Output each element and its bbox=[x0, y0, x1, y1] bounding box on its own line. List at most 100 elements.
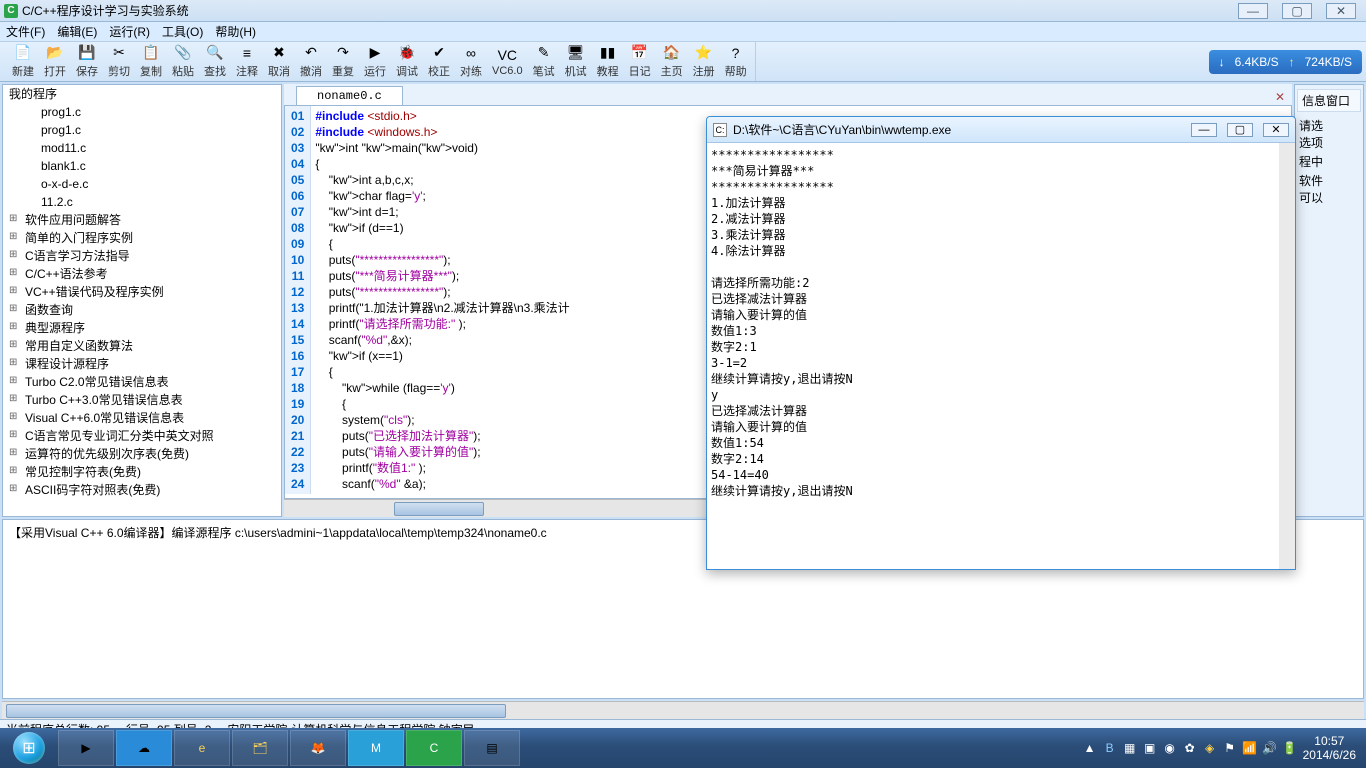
console-output[interactable]: ***************** ***简易计算器*** **********… bbox=[707, 143, 1295, 569]
tab-close-button[interactable]: ✕ bbox=[1272, 89, 1288, 105]
tree-category[interactable]: C/C++语法参考 bbox=[3, 265, 281, 283]
toolbtn-check[interactable]: ✔校正 bbox=[424, 45, 454, 79]
tool-label: 对练 bbox=[460, 63, 482, 79]
tree-file[interactable]: blank1.c bbox=[3, 157, 281, 175]
taskbar: ⊞ ▶ ☁ e 🗂 🦊 M C ▤ ▲ B ▦ ▣ ◉ ✿ ◈ ⚑ 📶 🔊 🔋 … bbox=[0, 728, 1366, 768]
tree-category[interactable]: 函数查询 bbox=[3, 301, 281, 319]
maximize-button[interactable]: ▢ bbox=[1282, 3, 1312, 19]
task-item[interactable]: 🦊 bbox=[290, 730, 346, 766]
menubar: 文件(F) 编辑(E) 运行(R) 工具(O) 帮助(H) bbox=[0, 22, 1366, 42]
task-item[interactable]: ▤ bbox=[464, 730, 520, 766]
console-close-button[interactable]: ✕ bbox=[1263, 123, 1289, 137]
toolbtn-vc6[interactable]: VCVC6.0 bbox=[488, 47, 527, 77]
toolbtn-debug[interactable]: 🐞调试 bbox=[392, 45, 422, 79]
undo-icon: ↶ bbox=[303, 45, 319, 61]
toolbtn-comment[interactable]: ≡注释 bbox=[232, 45, 262, 79]
tool-label: 剪切 bbox=[108, 63, 130, 79]
toolbtn-written[interactable]: ✎笔试 bbox=[529, 45, 559, 79]
menu-help[interactable]: 帮助(H) bbox=[215, 23, 256, 40]
toolbtn-undo[interactable]: ↶撤消 bbox=[296, 45, 326, 79]
tree-category[interactable]: VC++错误代码及程序实例 bbox=[3, 283, 281, 301]
menu-file[interactable]: 文件(F) bbox=[6, 23, 45, 40]
tray-icon[interactable]: ◉ bbox=[1163, 741, 1177, 755]
tree-root[interactable]: 我的程序 bbox=[3, 85, 281, 103]
battery-icon[interactable]: 🔋 bbox=[1283, 741, 1297, 755]
flag-icon[interactable]: ⚑ bbox=[1223, 741, 1237, 755]
console-maximize-button[interactable]: ▢ bbox=[1227, 123, 1253, 137]
tray-icon[interactable]: ✿ bbox=[1183, 741, 1197, 755]
volume-icon[interactable]: 🔊 bbox=[1263, 741, 1277, 755]
task-item[interactable]: ☁ bbox=[116, 730, 172, 766]
tree-category[interactable]: 常见控制字符表(免费) bbox=[3, 463, 281, 481]
comment-icon: ≡ bbox=[239, 45, 255, 61]
bluetooth-icon[interactable]: B bbox=[1103, 741, 1117, 755]
minimize-button[interactable]: — bbox=[1238, 3, 1268, 19]
toolbtn-copy[interactable]: 📋复制 bbox=[136, 45, 166, 79]
tree-category[interactable]: C语言常见专业词汇分类中英文对照 bbox=[3, 427, 281, 445]
close-button[interactable]: ✕ bbox=[1326, 3, 1356, 19]
tree-category[interactable]: C语言学习方法指导 bbox=[3, 247, 281, 265]
toolbtn-machine[interactable]: 🖥机试 bbox=[561, 45, 591, 79]
home-icon: 🏠 bbox=[664, 45, 680, 61]
tree-category[interactable]: 课程设计源程序 bbox=[3, 355, 281, 373]
toolbtn-find[interactable]: 🔍查找 bbox=[200, 45, 230, 79]
toolbtn-cancel[interactable]: ✖取消 bbox=[264, 45, 294, 79]
start-button[interactable]: ⊞ bbox=[2, 730, 56, 766]
tree-category[interactable]: 运算符的优先级别次序表(免费) bbox=[3, 445, 281, 463]
network-icon[interactable]: ▦ bbox=[1123, 741, 1137, 755]
toolbtn-open[interactable]: 📂打开 bbox=[40, 45, 70, 79]
toolbtn-diary[interactable]: 📅日记 bbox=[625, 45, 655, 79]
toolbtn-redo[interactable]: ↷重复 bbox=[328, 45, 358, 79]
task-item[interactable]: C bbox=[406, 730, 462, 766]
system-tray[interactable]: ▲ B ▦ ▣ ◉ ✿ ◈ ⚑ 📶 🔊 🔋 10:57 2014/6/26 bbox=[1083, 734, 1364, 762]
tree-file[interactable]: 11.2.c bbox=[3, 193, 281, 211]
task-item[interactable]: M bbox=[348, 730, 404, 766]
toolbtn-run[interactable]: ▶运行 bbox=[360, 45, 390, 79]
toolbtn-help[interactable]: ?帮助 bbox=[721, 45, 751, 79]
vc6-icon: VC bbox=[499, 47, 515, 63]
toolbtn-register[interactable]: ⭐注册 bbox=[689, 45, 719, 79]
output-hscrollbar[interactable] bbox=[2, 701, 1364, 719]
chevron-up-icon[interactable]: ▲ bbox=[1083, 741, 1097, 755]
menu-run[interactable]: 运行(R) bbox=[109, 23, 150, 40]
tool-label: 机试 bbox=[565, 63, 587, 79]
menu-edit[interactable]: 编辑(E) bbox=[57, 23, 97, 40]
console-titlebar[interactable]: C: D:\软件~\C语言\CYuYan\bin\wwtemp.exe — ▢ … bbox=[707, 117, 1295, 143]
console-minimize-button[interactable]: — bbox=[1191, 123, 1217, 137]
toolbtn-save[interactable]: 💾保存 bbox=[72, 45, 102, 79]
task-item[interactable]: 🗂 bbox=[232, 730, 288, 766]
speed-down: 6.4KB/S bbox=[1235, 55, 1279, 69]
tree-file[interactable]: o-x-d-e.c bbox=[3, 175, 281, 193]
tree-category[interactable]: Turbo C++3.0常见错误信息表 bbox=[3, 391, 281, 409]
window-title: C/C++程序设计学习与实验系统 bbox=[22, 2, 189, 19]
toolbtn-home[interactable]: 🏠主页 bbox=[657, 45, 687, 79]
tree-category[interactable]: ASCII码字符对照表(免费) bbox=[3, 481, 281, 499]
tool-label: 复制 bbox=[140, 63, 162, 79]
tree-file[interactable]: prog1.c bbox=[3, 121, 281, 139]
toolbtn-tutorial[interactable]: ▮▮教程 bbox=[593, 45, 623, 79]
shield-icon[interactable]: ◈ bbox=[1203, 741, 1217, 755]
task-item[interactable]: e bbox=[174, 730, 230, 766]
taskbar-clock[interactable]: 10:57 2014/6/26 bbox=[1303, 734, 1356, 762]
toolbtn-cut[interactable]: ✂剪切 bbox=[104, 45, 134, 79]
info-line: 软件 bbox=[1297, 173, 1361, 190]
tree-category[interactable]: 软件应用问题解答 bbox=[3, 211, 281, 229]
tree-category[interactable]: Visual C++6.0常见错误信息表 bbox=[3, 409, 281, 427]
tree-file[interactable]: mod11.c bbox=[3, 139, 281, 157]
tree-category[interactable]: Turbo C2.0常见错误信息表 bbox=[3, 373, 281, 391]
task-item[interactable]: ▶ bbox=[58, 730, 114, 766]
console-window[interactable]: C: D:\软件~\C语言\CYuYan\bin\wwtemp.exe — ▢ … bbox=[706, 116, 1296, 570]
diary-icon: 📅 bbox=[632, 45, 648, 61]
toolbtn-pair[interactable]: ∞对练 bbox=[456, 45, 486, 79]
project-tree[interactable]: 我的程序 prog1.cprog1.cmod11.cblank1.co-x-d-… bbox=[2, 84, 282, 517]
menu-tools[interactable]: 工具(O) bbox=[162, 23, 203, 40]
tree-category[interactable]: 简单的入门程序实例 bbox=[3, 229, 281, 247]
wifi-icon[interactable]: 📶 bbox=[1243, 741, 1257, 755]
toolbtn-paste[interactable]: 📎粘贴 bbox=[168, 45, 198, 79]
tree-category[interactable]: 常用自定义函数算法 bbox=[3, 337, 281, 355]
tray-icon[interactable]: ▣ bbox=[1143, 741, 1157, 755]
tree-file[interactable]: prog1.c bbox=[3, 103, 281, 121]
toolbtn-new[interactable]: 📄新建 bbox=[8, 45, 38, 79]
tab-noname0[interactable]: noname0.c bbox=[296, 86, 403, 105]
tree-category[interactable]: 典型源程序 bbox=[3, 319, 281, 337]
